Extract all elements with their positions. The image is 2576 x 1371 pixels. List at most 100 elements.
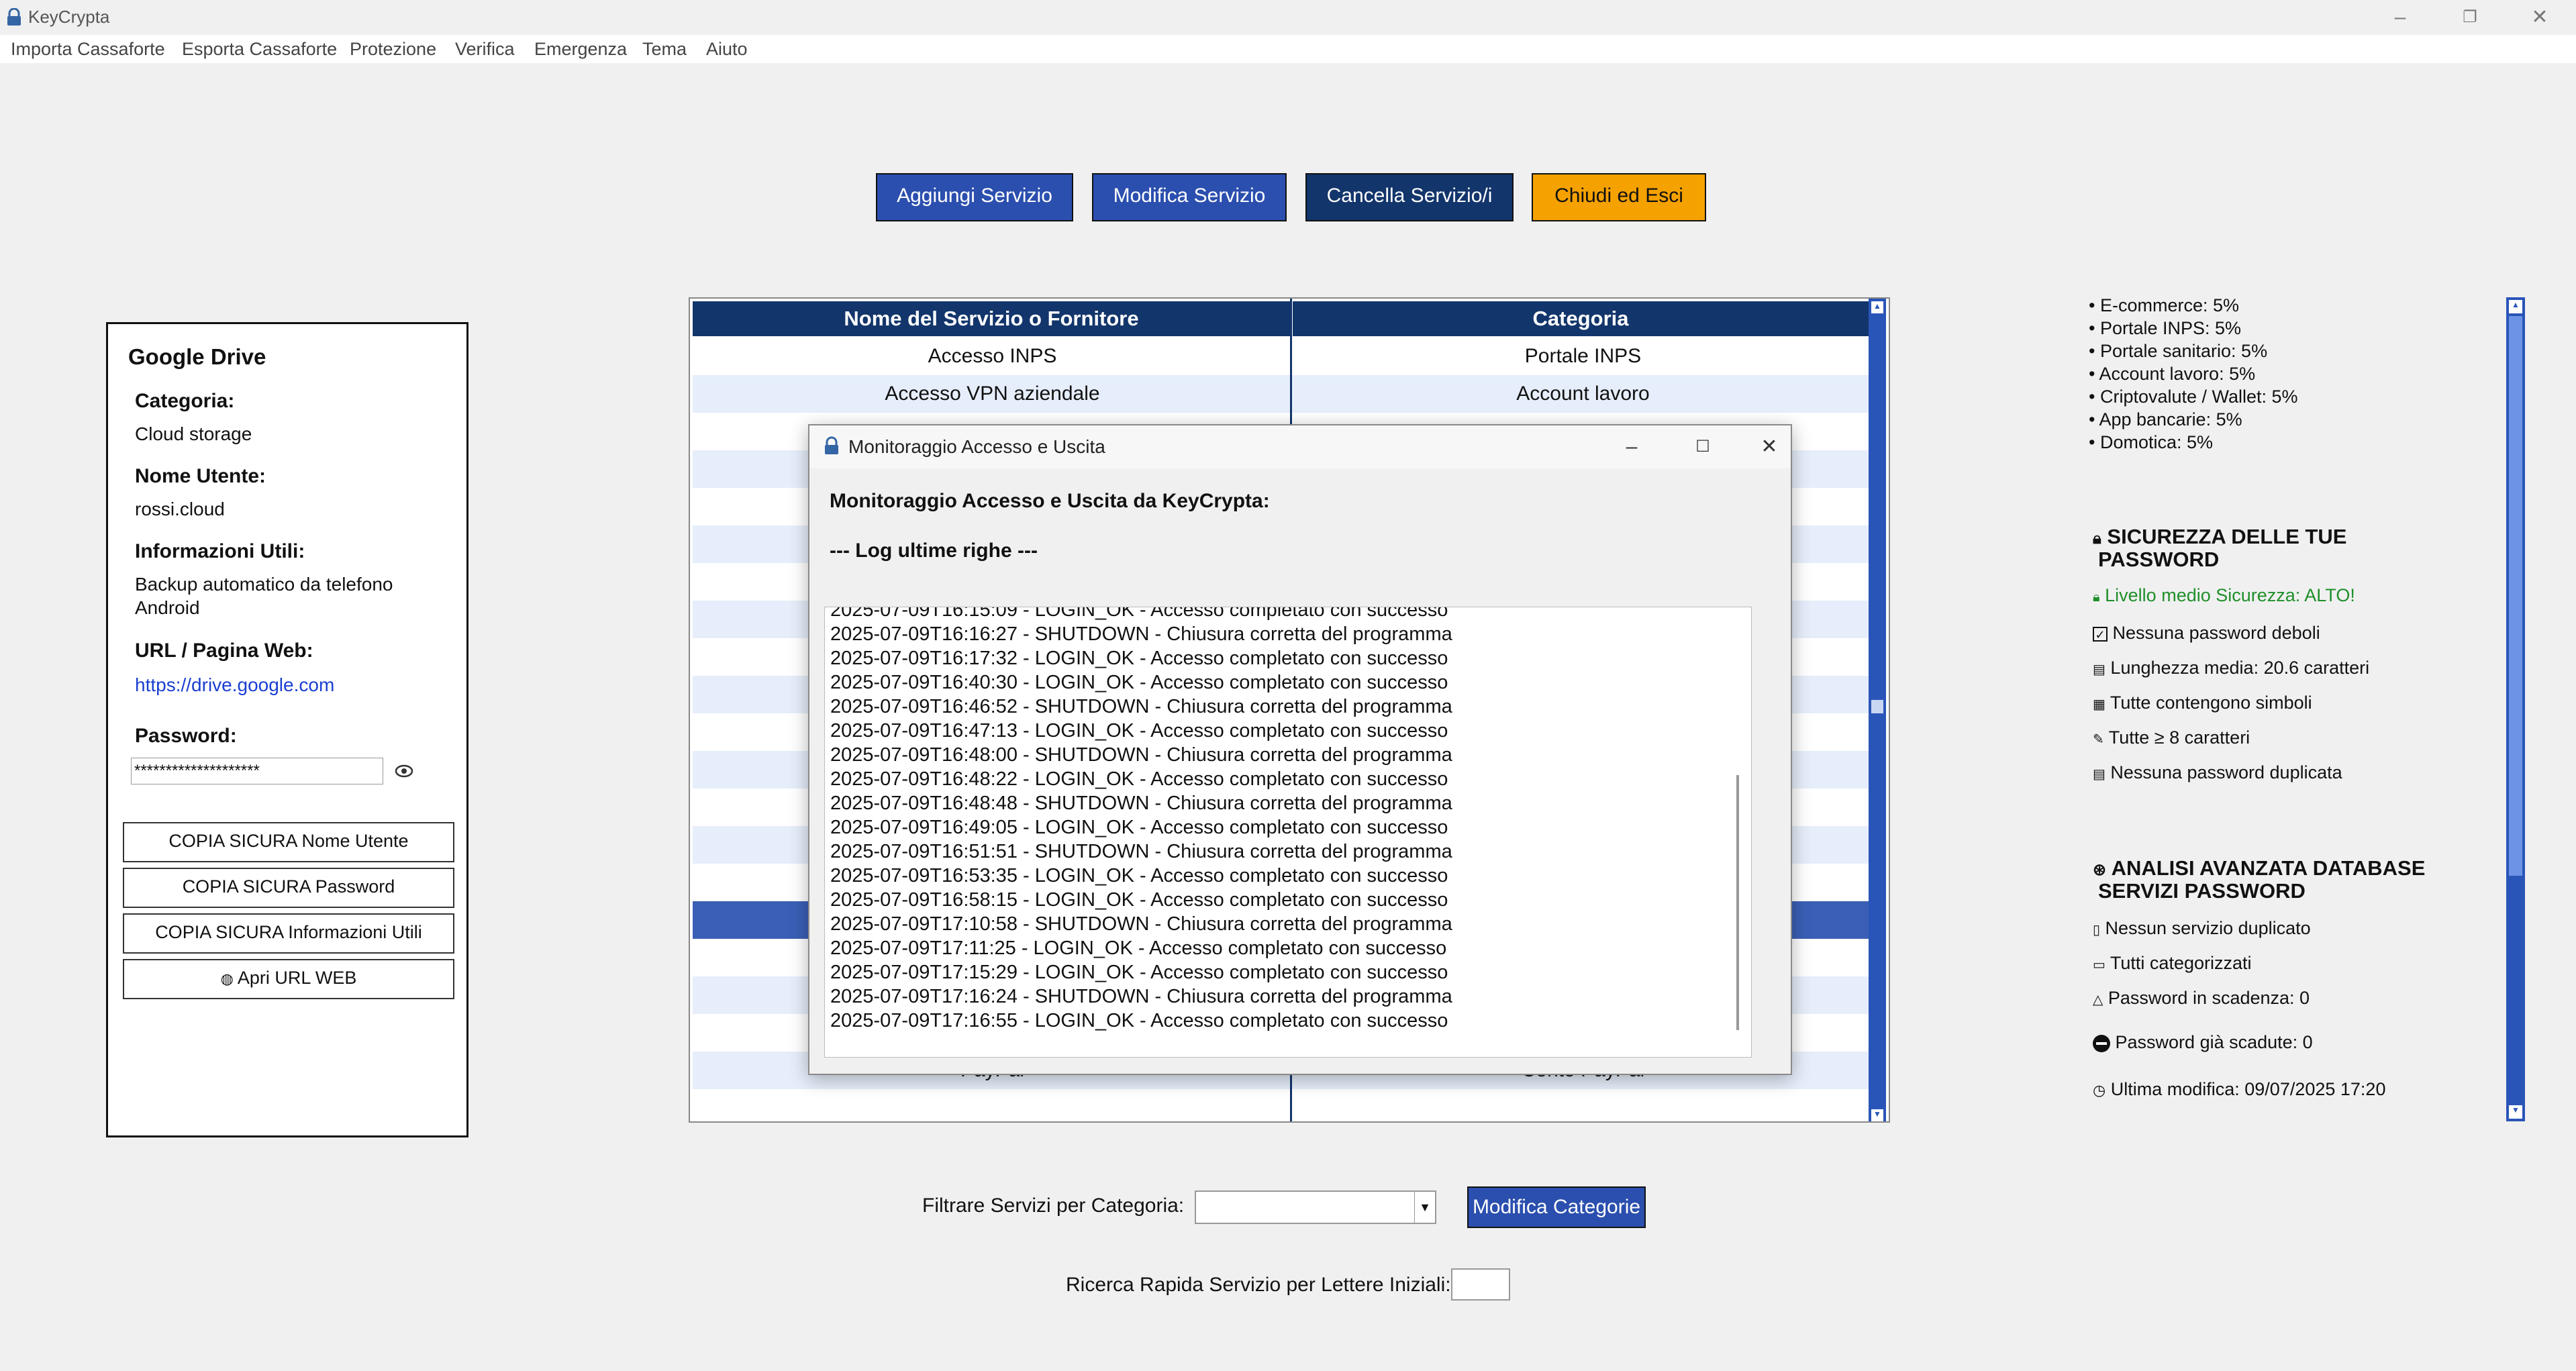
title-bar: KeyCrypta – ❐ ✕	[0, 0, 2576, 35]
log-line: 2025-07-09T17:11:25 - LOGIN_OK - Accesso…	[830, 937, 1447, 959]
menu-bar: Importa Cassaforte Esporta Cassaforte Pr…	[0, 35, 2576, 63]
log-line: 2025-07-09T16:47:13 - LOGIN_OK - Accesso…	[830, 720, 1448, 742]
dialog-minimize-button[interactable]: –	[1608, 431, 1655, 463]
scroll-up-arrow[interactable]: ▲	[2509, 300, 2522, 313]
menu-verify[interactable]: Verifica	[455, 39, 515, 60]
category-cell: Portale INPS	[1524, 345, 1642, 367]
copy-info-button[interactable]: COPIA SICURA Informazioni Utili	[123, 913, 454, 954]
table-scrollbar[interactable]: ▲ ▼	[1869, 299, 1886, 1121]
dialog-close-button[interactable]: ✕	[1749, 431, 1789, 463]
analysis-heading: ⊛ ANALISI AVANZATA DATABASE	[2093, 856, 2426, 880]
url-link[interactable]: https://drive.google.com	[135, 674, 334, 696]
open-url-button[interactable]: ◍ Apri URL WEB	[123, 959, 454, 999]
warning-icon: △	[2093, 993, 2103, 1007]
analysis-item: △ Password in scadenza: 0	[2093, 988, 2310, 1008]
delete-service-button[interactable]: Cancella Servizio/i	[1305, 173, 1514, 221]
chevron-down-icon[interactable]: ▼	[1414, 1192, 1435, 1223]
scroll-down-arrow[interactable]: ▼	[2509, 1105, 2522, 1119]
edit-categories-button[interactable]: Modifica Categorie	[1467, 1186, 1646, 1228]
quick-search-input[interactable]	[1451, 1268, 1510, 1301]
log-scrollbar[interactable]	[1736, 775, 1739, 1030]
info-label: Informazioni Utili:	[135, 540, 305, 562]
menu-protection[interactable]: Protezione	[350, 39, 436, 60]
quick-search-label: Ricerca Rapida Servizio per Lettere Iniz…	[1066, 1274, 1451, 1296]
folder-icon: ▭	[2093, 958, 2106, 972]
analysis-heading-line2: SERVIZI PASSWORD	[2098, 879, 2306, 903]
open-url-label: Apri URL WEB	[237, 968, 357, 988]
username-label: Nome Utente:	[135, 465, 266, 487]
url-label: URL / Pagina Web:	[135, 640, 313, 662]
table-row[interactable]: Accesso VPN aziendale Account lavoro	[693, 375, 1871, 413]
analysis-item: ▭ Tutti categorizzati	[2093, 953, 2252, 973]
log-line: 2025-07-09T16:48:00 - SHUTDOWN - Chiusur…	[830, 744, 1452, 766]
service-title: Google Drive	[128, 344, 266, 369]
menu-import-vault[interactable]: Importa Cassaforte	[11, 39, 165, 60]
column-header-service[interactable]: Nome del Servizio o Fornitore	[693, 301, 1290, 336]
analysis-item: ▯ Nessun servizio duplicato	[2093, 918, 2311, 938]
close-window-button[interactable]: ✕	[2513, 3, 2567, 32]
distribution-item: • E-commerce: 5%	[2089, 295, 2240, 315]
info-value-line1: Backup automatico da telefono	[135, 574, 393, 595]
menu-emergency[interactable]: Emergenza	[534, 39, 627, 60]
category-filter-select[interactable]: ▼	[1195, 1190, 1436, 1224]
file-icon: ▯	[2093, 923, 2101, 937]
password-field[interactable]: ********************	[131, 758, 383, 784]
clock-icon: ◷	[2093, 1082, 2106, 1099]
category-value: Cloud storage	[135, 423, 252, 444]
lock-icon: 🔒︎	[2093, 590, 2100, 605]
distribution-item: • Account lavoro: 5%	[2089, 364, 2256, 384]
log-line: 2025-07-09T16:48:22 - LOGIN_OK - Accesso…	[830, 768, 1448, 790]
access-monitor-dialog: Monitoraggio Accesso e Uscita – ☐ ✕ Moni…	[808, 424, 1792, 1075]
scroll-thumb[interactable]	[2509, 316, 2522, 876]
log-line: 2025-07-09T17:16:55 - LOGIN_OK - Accesso…	[830, 1010, 1448, 1031]
menu-help[interactable]: Aiuto	[706, 39, 748, 60]
log-line: 2025-07-09T16:48:48 - SHUTDOWN - Chiusur…	[830, 793, 1452, 814]
restore-button[interactable]: ❐	[2443, 3, 2497, 32]
pencil-icon: ✎	[2093, 732, 2104, 747]
distribution-item: • Portale sanitario: 5%	[2089, 341, 2268, 361]
exit-button[interactable]: Chiudi ed Esci	[1532, 173, 1706, 221]
edit-service-button[interactable]: Modifica Servizio	[1092, 173, 1287, 221]
security-item: ▦ Tutte contengono simboli	[2093, 693, 2312, 713]
log-line: 2025-07-09T16:58:15 - LOGIN_OK - Accesso…	[830, 889, 1448, 911]
log-subheading: --- Log ultime righe ---	[830, 540, 1038, 562]
filter-label: Filtrare Servizi per Categoria:	[922, 1195, 1185, 1217]
symbol-icon: ▦	[2093, 697, 2106, 712]
security-item: ✓ Nessuna password deboli	[2093, 623, 2320, 644]
app-lock-icon	[7, 8, 21, 26]
log-line: 2025-07-09T16:46:52 - SHUTDOWN - Chiusur…	[830, 696, 1452, 717]
category-label: Categoria:	[135, 390, 235, 412]
menu-export-vault[interactable]: Esporta Cassaforte	[182, 39, 337, 60]
distribution-item: • Domotica: 5%	[2089, 432, 2214, 452]
copy-username-button[interactable]: COPIA SICURA Nome Utente	[123, 822, 454, 862]
log-line: 2025-07-09T16:49:05 - LOGIN_OK - Accesso…	[830, 817, 1448, 838]
window-title: KeyCrypta	[28, 7, 110, 27]
table-row[interactable]: Accesso INPS Portale INPS	[693, 338, 1871, 375]
minimize-button[interactable]: –	[2373, 3, 2427, 32]
security-heading: 🔒︎ SICUREZZA DELLE TUE	[2093, 525, 2347, 548]
copy-password-button[interactable]: COPIA SICURA Password	[123, 868, 454, 908]
analysis-item: ◷ Ultima modifica: 09/07/2025 17:20	[2093, 1079, 2386, 1099]
scroll-thumb[interactable]	[1871, 700, 1883, 713]
dialog-title: Monitoraggio Accesso e Uscita	[848, 436, 1105, 457]
ruler-icon: ▤	[2093, 662, 2106, 677]
security-item: ▤ Nessuna password duplicata	[2093, 762, 2342, 782]
lock-icon: 🔒︎	[2093, 529, 2101, 548]
add-service-button[interactable]: Aggiungi Servizio	[876, 173, 1073, 221]
search-icon: ⊛	[2093, 861, 2107, 879]
password-label: Password:	[135, 725, 237, 747]
service-name-cell: Accesso INPS	[928, 345, 1057, 367]
log-line: 2025-07-09T16:53:35 - LOGIN_OK - Accesso…	[830, 865, 1448, 886]
scroll-down-arrow[interactable]: ▼	[1871, 1109, 1883, 1121]
dialog-heading: Monitoraggio Accesso e Uscita da KeyCryp…	[830, 490, 1270, 512]
security-level: 🔒︎ Livello medio Sicurezza: ALTO!	[2093, 585, 2355, 605]
log-text-area[interactable]: 2025-07-09T16:15:09 - LOGIN_OK - Accesso…	[824, 607, 1752, 1058]
check-icon: ✓	[2093, 627, 2108, 642]
security-heading-line2: PASSWORD	[2098, 548, 2220, 571]
stats-scrollbar[interactable]: ▲ ▼	[2506, 297, 2525, 1121]
scroll-up-arrow[interactable]: ▲	[1871, 301, 1883, 313]
menu-theme[interactable]: Tema	[642, 39, 687, 60]
column-header-category[interactable]: Categoria	[1293, 301, 1869, 336]
eye-icon[interactable]	[394, 763, 414, 779]
dialog-maximize-button[interactable]: ☐	[1679, 431, 1726, 463]
